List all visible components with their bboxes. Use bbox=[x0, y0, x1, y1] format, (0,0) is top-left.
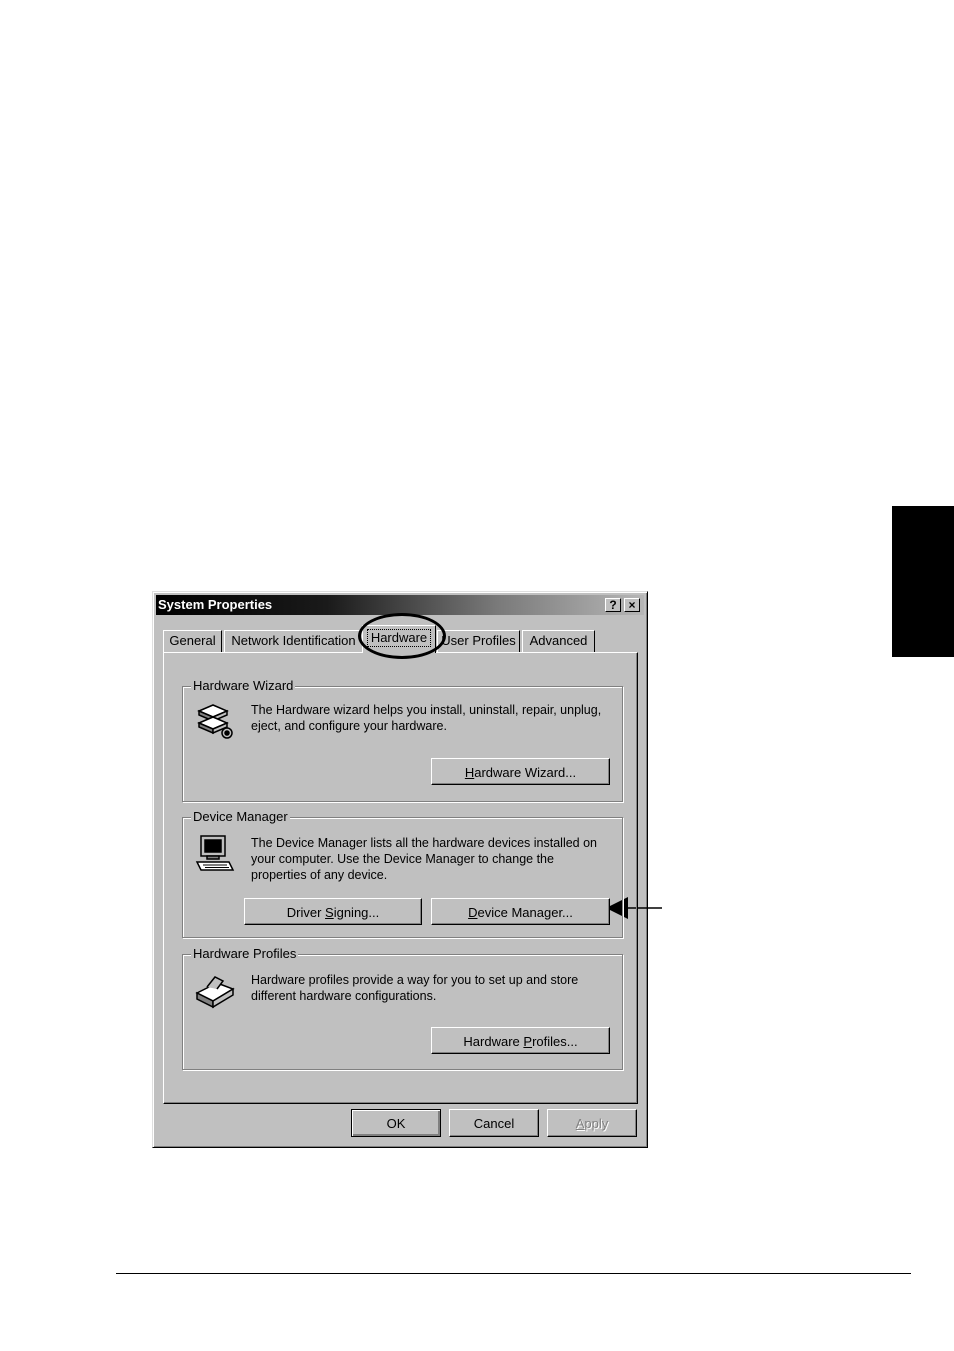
hardware-profiles-description: Hardware profiles provide a way for you … bbox=[251, 973, 579, 1003]
hardware-profiles-group-title: Hardware Profiles bbox=[191, 946, 299, 962]
hardware-wizard-description: The Hardware wizard helps you install, u… bbox=[251, 703, 602, 733]
button-text-suffix: rofiles... bbox=[532, 1034, 578, 1049]
device-manager-group-title: Device Manager bbox=[191, 809, 290, 825]
tab-general[interactable]: General bbox=[163, 630, 222, 652]
footer-divider bbox=[116, 1273, 911, 1274]
button-mnemonic: H bbox=[464, 765, 475, 780]
title-bar[interactable]: System Properties ? × bbox=[156, 595, 644, 615]
ok-button[interactable]: OK bbox=[351, 1109, 441, 1137]
device-manager-button[interactable]: Device Manager... bbox=[431, 898, 610, 925]
hardware-profiles-group: Hardware Profiles Hardware profiles prov… bbox=[182, 946, 623, 1070]
tab-network-identification-label: Network Identification bbox=[231, 633, 356, 648]
driver-signing-button[interactable]: Driver Signing... bbox=[244, 898, 422, 925]
button-text-suffix: pply bbox=[584, 1116, 609, 1131]
tab-panel-hardware: Hardware Wizard The Hardware wizard help… bbox=[163, 652, 638, 1104]
hardware-wizard-group: Hardware Wizard The Hardware wizard help… bbox=[182, 678, 623, 802]
device-manager-description: The Device Manager lists all the hardwar… bbox=[251, 836, 598, 882]
hardware-profiles-button[interactable]: Hardware Profiles... bbox=[431, 1027, 610, 1054]
tab-network-identification[interactable]: Network Identification bbox=[224, 630, 363, 652]
tab-general-label: General bbox=[169, 633, 216, 648]
hardware-wizard-button[interactable]: Hardware Wizard... bbox=[431, 758, 610, 785]
hardware-wizard-icon bbox=[197, 704, 233, 739]
highlight-circle bbox=[358, 613, 446, 659]
button-text-suffix: evice Manager... bbox=[477, 905, 573, 920]
button-text-suffix: igning... bbox=[333, 905, 380, 920]
tab-advanced-label: Advanced bbox=[529, 633, 588, 648]
button-mnemonic: S bbox=[325, 905, 334, 920]
help-button[interactable]: ? bbox=[605, 598, 621, 612]
dialog-title: System Properties bbox=[158, 597, 273, 612]
tab-user-profiles-label: User Profiles bbox=[441, 633, 516, 648]
button-text-prefix: Hardware bbox=[463, 1034, 524, 1049]
cancel-button[interactable]: Cancel bbox=[449, 1109, 539, 1137]
button-mnemonic: P bbox=[523, 1034, 533, 1049]
system-properties-dialog: System Properties ? × General Network Id… bbox=[152, 591, 648, 1148]
button-text-prefix: Driver bbox=[286, 905, 326, 920]
tab-user-profiles[interactable]: User Profiles bbox=[437, 630, 520, 652]
tab-advanced[interactable]: Advanced bbox=[522, 630, 595, 652]
device-manager-group: Device Manager The Device Manager lists … bbox=[182, 809, 623, 938]
hardware-wizard-group-title: Hardware Wizard bbox=[191, 678, 296, 694]
close-button[interactable]: × bbox=[624, 598, 640, 612]
computer-icon bbox=[195, 835, 235, 871]
page-side-tab-marker bbox=[892, 506, 954, 657]
button-mnemonic: D bbox=[468, 905, 478, 920]
hardware-profiles-icon bbox=[195, 976, 235, 1009]
apply-button[interactable]: Apply bbox=[547, 1109, 637, 1137]
button-text-suffix: ardware Wizard... bbox=[474, 765, 577, 780]
